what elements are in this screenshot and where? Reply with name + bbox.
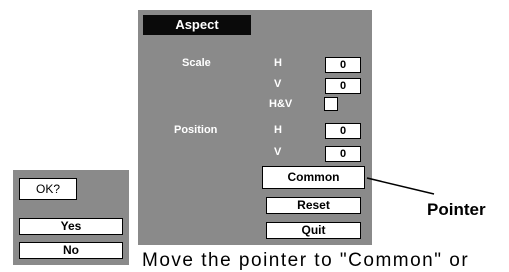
- instruction-caption: Move the pointer to "Common" or: [142, 250, 470, 271]
- yes-button[interactable]: Yes: [19, 218, 123, 235]
- ok-dialog: OK? Yes No: [13, 170, 129, 265]
- pointer-label: Pointer: [427, 200, 486, 219]
- no-button[interactable]: No: [19, 242, 123, 259]
- dialog-title: OK?: [19, 178, 77, 200]
